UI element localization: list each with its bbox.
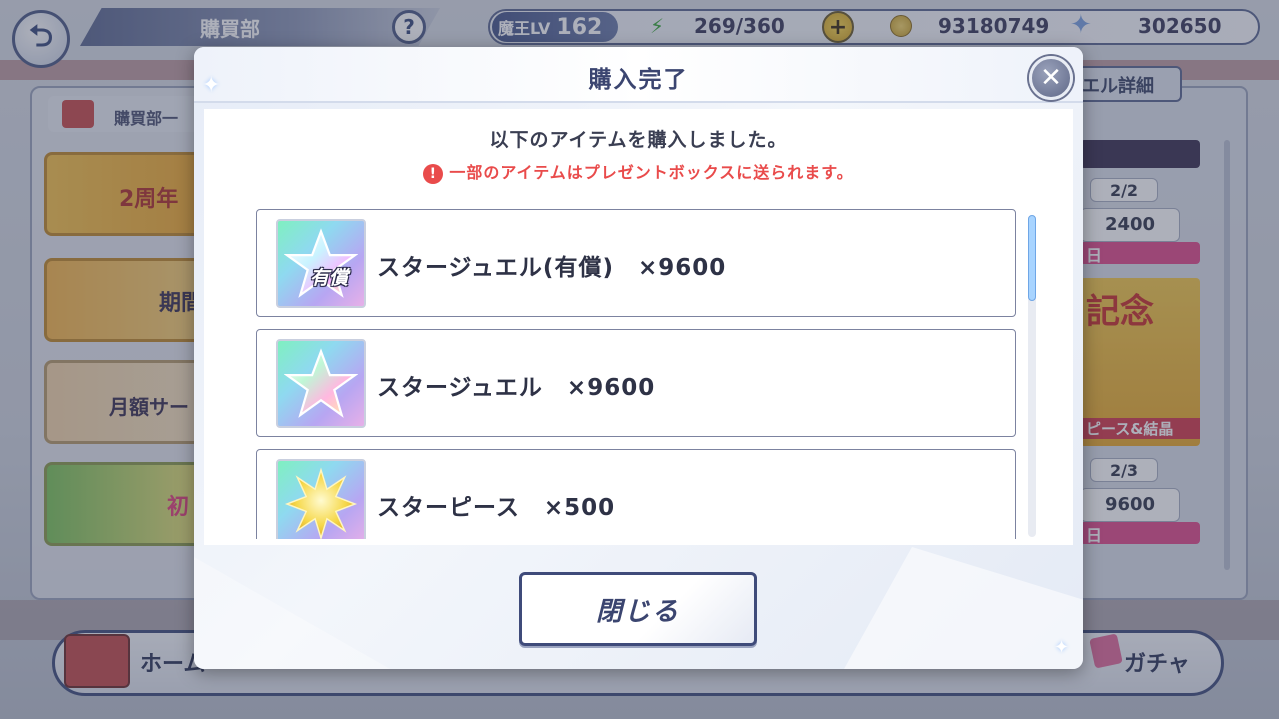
purchase-complete-dialog: ✦ 購入完了 ✕ 以下のアイテムを購入しました。 ! 一部のアイテムはプレゼントボ… [194, 47, 1083, 669]
star-jewel-icon [276, 339, 366, 428]
close-icon: ✕ [1040, 63, 1062, 93]
close-button[interactable]: 閉じる [519, 572, 757, 646]
star-jewel-paid-icon: 有償 [276, 219, 366, 308]
item-name: スタージュエル(有償) ×9600 [377, 255, 727, 281]
item-name: スターピース ×500 [377, 495, 616, 521]
item-name: スタージュエル ×9600 [377, 375, 656, 401]
present-box-notice-text: 一部のアイテムはプレゼントボックスに送られます。 [449, 163, 854, 182]
present-box-notice: ! 一部のアイテムはプレゼントボックスに送られます。 [204, 159, 1073, 184]
paid-tag: 有償 [310, 267, 349, 289]
list-item: 有償 スタージュエル(有償) ×9600 [256, 209, 1016, 317]
close-x-button[interactable]: ✕ [1029, 56, 1073, 100]
decor-shape [194, 557, 404, 669]
dialog-body: 以下のアイテムを購入しました。 ! 一部のアイテムはプレゼントボックスに送られます… [204, 109, 1073, 545]
list-item: スタージュエル ×9600 [256, 329, 1016, 437]
list-item: スターピース ×500 [256, 449, 1016, 539]
dialog-title: 購入完了 [588, 67, 689, 93]
warning-icon: ! [423, 163, 444, 184]
purchased-items-list[interactable]: 有償 スタージュエル(有償) ×9600 スタージュエル ×9600 スターピー… [256, 209, 1016, 539]
decor-shape [834, 547, 1083, 669]
purchase-message: 以下のアイテムを購入しました。 [489, 129, 788, 151]
sparkle-icon: ✦ [1054, 637, 1070, 658]
star-piece-icon [276, 459, 366, 539]
list-scrollbar-thumb[interactable] [1028, 215, 1036, 301]
